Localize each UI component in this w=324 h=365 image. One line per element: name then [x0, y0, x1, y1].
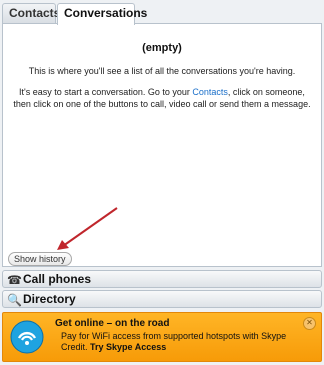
- conversations-panel: (empty) This is where you'll see a list …: [2, 23, 322, 267]
- directory-bar[interactable]: 🔍 Directory: [2, 290, 322, 308]
- contacts-link[interactable]: Contacts: [192, 87, 228, 97]
- empty-state-description: This is where you'll see a list of all t…: [28, 66, 296, 76]
- search-icon: 🔍: [7, 293, 22, 307]
- tab-bar: Contacts Conversations: [2, 3, 322, 25]
- phone-icon: ☎: [7, 273, 22, 287]
- wifi-icon: [10, 320, 44, 354]
- skype-window: Contacts Conversations (empty) This is w…: [0, 0, 324, 365]
- empty-state-help: It's easy to start a conversation. Go to…: [11, 86, 313, 110]
- directory-label: Directory: [23, 292, 76, 306]
- show-history-button[interactable]: Show history: [8, 252, 72, 266]
- annotation-arrow: [57, 207, 118, 250]
- tab-conversations[interactable]: Conversations: [57, 3, 147, 25]
- try-skype-access-link[interactable]: Try Skype Access: [90, 342, 166, 352]
- promo-title: Get online – on the road: [55, 318, 170, 329]
- empty-state-title: (empty): [142, 42, 182, 54]
- help-text-pre: It's easy to start a conversation. Go to…: [19, 87, 193, 97]
- call-phones-label: Call phones: [23, 272, 92, 286]
- promo-text: Pay for WiFi access from supported hotsp…: [61, 331, 301, 353]
- wifi-promo-banner: Get online – on the road Pay for WiFi ac…: [2, 312, 322, 362]
- tab-contacts[interactable]: Contacts: [2, 3, 60, 23]
- call-phones-bar[interactable]: ☎ Call phones: [2, 270, 322, 288]
- close-icon[interactable]: ✕: [303, 317, 316, 330]
